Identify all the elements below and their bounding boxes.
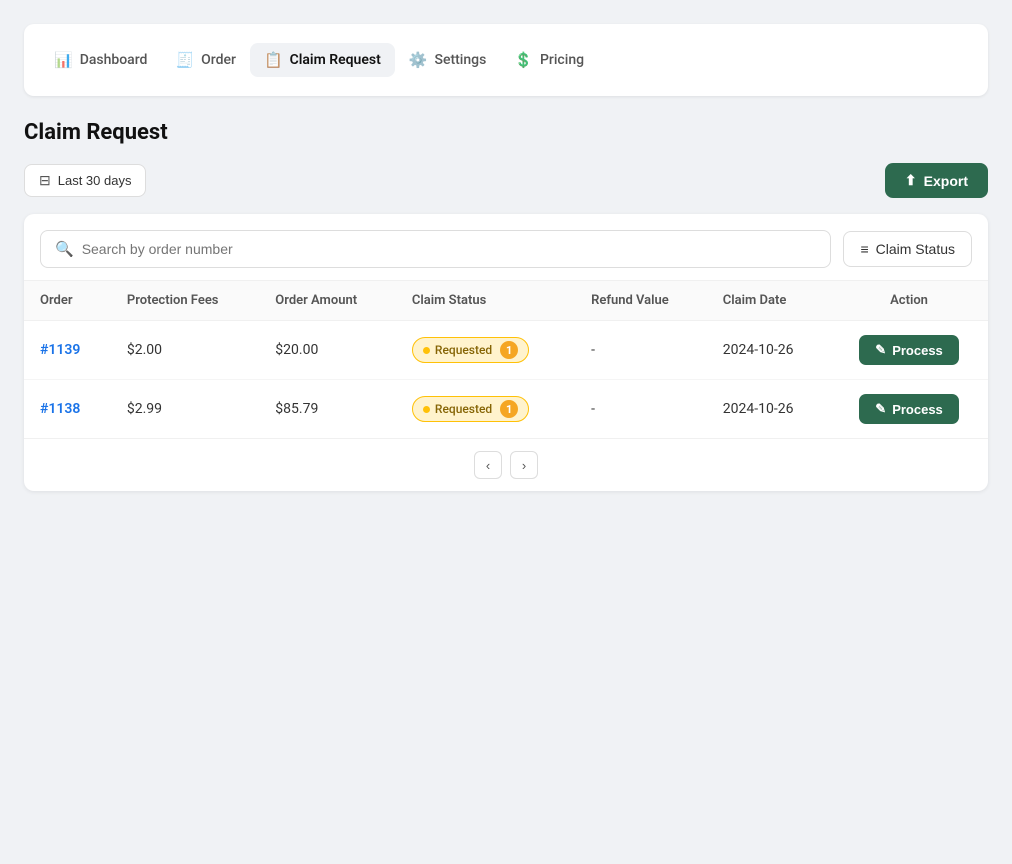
nav-order[interactable]: 🧾 Order: [161, 43, 250, 77]
cell-action-0: ✎ Process: [830, 321, 988, 380]
settings-icon: ⚙️: [409, 51, 428, 69]
nav-settings-label: Settings: [434, 52, 486, 68]
status-dot-1: [423, 406, 430, 413]
col-claim-date: Claim Date: [707, 281, 830, 321]
nav-pricing[interactable]: 💲 Pricing: [500, 43, 598, 77]
cell-order-amount-0: $20.00: [259, 321, 396, 380]
filter-lines-icon: ≡: [860, 241, 868, 257]
cell-action-1: ✎ Process: [830, 380, 988, 439]
cell-order-amount-1: $85.79: [259, 380, 396, 439]
cell-protection-fees-0: $2.00: [111, 321, 259, 380]
page-title: Claim Request: [24, 120, 988, 145]
status-badge-0: Requested 1: [412, 337, 529, 363]
col-claim-status: Claim Status: [396, 281, 575, 321]
table-row: #1139 $2.00 $20.00 Requested 1 - 2024-10…: [24, 321, 988, 380]
date-filter-button[interactable]: ⊟ Last 30 days: [24, 164, 146, 197]
pagination-row: ‹ ›: [24, 438, 988, 491]
export-button[interactable]: ⬆ Export: [885, 163, 988, 198]
main-content: Claim Request ⊟ Last 30 days ⬆ Export 🔍 …: [24, 120, 988, 491]
table-row: #1138 $2.99 $85.79 Requested 1 - 2024-10…: [24, 380, 988, 439]
search-input[interactable]: [82, 241, 817, 257]
date-filter-label: Last 30 days: [58, 173, 132, 188]
order-icon: 🧾: [175, 51, 194, 69]
process-icon-1: ✎: [875, 401, 886, 417]
pagination-next-button[interactable]: ›: [510, 451, 538, 479]
process-button-1[interactable]: ✎ Process: [859, 394, 959, 424]
export-label: Export: [924, 173, 968, 189]
col-protection-fees: Protection Fees: [111, 281, 259, 321]
nav-claim-request-label: Claim Request: [290, 52, 381, 68]
cell-refund-value-0: -: [575, 321, 707, 380]
order-link-0[interactable]: #1139: [40, 342, 80, 358]
pagination-prev-button[interactable]: ‹: [474, 451, 502, 479]
claim-status-filter-button[interactable]: ≡ Claim Status: [843, 231, 972, 267]
search-filter-row: 🔍 ≡ Claim Status: [24, 214, 988, 281]
table-header-row: Order Protection Fees Order Amount Claim…: [24, 281, 988, 321]
claim-status-btn-label: Claim Status: [876, 241, 955, 257]
table-card: 🔍 ≡ Claim Status Order Protection Fees O…: [24, 214, 988, 491]
status-count-1: 1: [500, 400, 518, 418]
cell-order-1: #1138: [24, 380, 111, 439]
top-nav: 📊 Dashboard 🧾 Order 📋 Claim Request ⚙️ S…: [24, 24, 988, 96]
nav-settings[interactable]: ⚙️ Settings: [395, 43, 501, 77]
toolbar: ⊟ Last 30 days ⬆ Export: [24, 163, 988, 198]
pricing-icon: 💲: [514, 51, 533, 69]
cell-order-0: #1139: [24, 321, 111, 380]
status-badge-1: Requested 1: [412, 396, 529, 422]
cell-claim-status-1: Requested 1: [396, 380, 575, 439]
col-order-amount: Order Amount: [259, 281, 396, 321]
process-icon-0: ✎: [875, 342, 886, 358]
claims-table: Order Protection Fees Order Amount Claim…: [24, 281, 988, 438]
cell-claim-date-0: 2024-10-26: [707, 321, 830, 380]
search-input-wrap[interactable]: 🔍: [40, 230, 831, 268]
nav-claim-request[interactable]: 📋 Claim Request: [250, 43, 395, 77]
dashboard-icon: 📊: [54, 51, 73, 69]
cell-protection-fees-1: $2.99: [111, 380, 259, 439]
claim-request-icon: 📋: [264, 51, 283, 69]
col-action: Action: [830, 281, 988, 321]
cell-refund-value-1: -: [575, 380, 707, 439]
cell-claim-status-0: Requested 1: [396, 321, 575, 380]
nav-dashboard[interactable]: 📊 Dashboard: [40, 43, 161, 77]
col-order: Order: [24, 281, 111, 321]
order-link-1[interactable]: #1138: [40, 401, 80, 417]
search-icon: 🔍: [55, 240, 74, 258]
col-refund-value: Refund Value: [575, 281, 707, 321]
nav-pricing-label: Pricing: [540, 52, 584, 68]
nav-order-label: Order: [201, 52, 236, 68]
calendar-icon: ⊟: [39, 172, 51, 189]
chevron-left-icon: ‹: [486, 458, 490, 473]
status-count-0: 1: [500, 341, 518, 359]
nav-dashboard-label: Dashboard: [80, 52, 148, 68]
export-icon: ⬆: [905, 172, 917, 189]
process-button-0[interactable]: ✎ Process: [859, 335, 959, 365]
chevron-right-icon: ›: [522, 458, 526, 473]
cell-claim-date-1: 2024-10-26: [707, 380, 830, 439]
status-dot-0: [423, 347, 430, 354]
